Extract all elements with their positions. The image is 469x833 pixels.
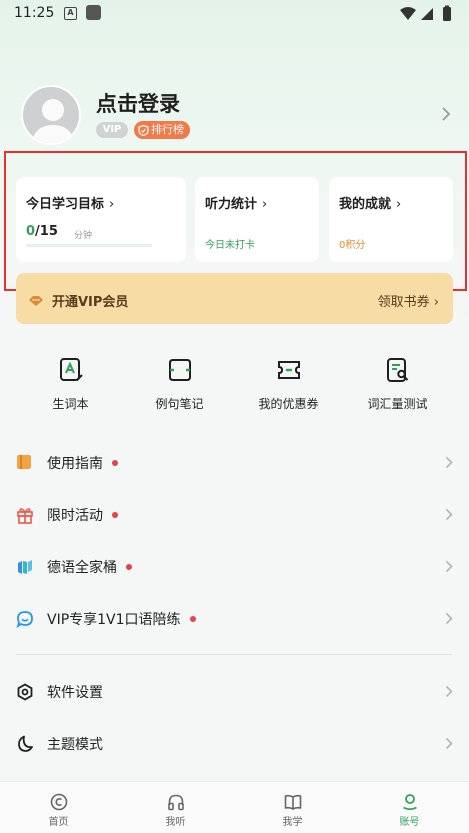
home-icon <box>50 793 67 811</box>
new-dot <box>189 616 196 622</box>
account-icon <box>402 794 417 811</box>
moon-icon <box>18 735 33 752</box>
achievement-card[interactable]: 我的成就 › 0积分 <box>329 177 453 262</box>
sentence-note-icon <box>168 359 191 381</box>
menu-item-german-bundle[interactable]: 德语全家桶 <box>0 546 469 586</box>
vip-banner-left: 开通VIP会员 <box>28 291 128 310</box>
tab-account[interactable]: 账号 <box>351 782 468 833</box>
tab-label: 我学 <box>282 817 303 828</box>
menu-item-guide[interactable]: 使用指南 <box>0 442 469 482</box>
listening-stats-title: 听力统计 › <box>205 197 268 212</box>
chevron-right-icon: › <box>109 197 115 212</box>
tool-label: 生词本 <box>52 397 89 411</box>
menu-label: 主题模式 <box>47 737 103 753</box>
menu-item-vip-speaking[interactable]: VIP专享1V1口语陪练 <box>0 598 469 638</box>
study-goal-value: 0/15 <box>26 224 58 239</box>
study-goal-unit: 分钟 <box>74 231 93 241</box>
tool-label: 例句笔记 <box>155 397 204 411</box>
rank-badge-label: 排行榜 <box>151 123 184 136</box>
menu-label: 软件设置 <box>47 685 103 701</box>
new-dot <box>112 512 118 518</box>
headphones-icon <box>167 794 184 811</box>
vip-banner[interactable]: 开通VIP会员 领取书券 › <box>16 273 453 324</box>
settings-icon <box>17 683 33 701</box>
listening-stats-card[interactable]: 听力统计 › 今日未打卡 <box>195 177 319 262</box>
vocab-book-icon <box>59 358 83 381</box>
default-avatar-icon <box>31 99 75 143</box>
guide-book-icon <box>17 455 31 469</box>
login-button[interactable]: 点击登录 <box>96 88 180 118</box>
battery-icon <box>443 7 451 21</box>
chevron-right-icon: › <box>429 295 439 310</box>
vocab-test-icon <box>386 358 408 382</box>
vip-diamond-icon <box>29 295 43 306</box>
tab-label: 首页 <box>48 817 69 828</box>
open-vip-label: 开通VIP会员 <box>52 295 129 310</box>
tool-sentence-notes[interactable]: 例句笔记 <box>125 343 234 412</box>
app-notification-icon <box>86 5 101 20</box>
achievement-title: 我的成就 › <box>339 197 402 212</box>
status-time: 11:25 <box>14 5 55 21</box>
tool-vocab-test[interactable]: 词汇量测试 <box>343 343 452 412</box>
avatar[interactable] <box>21 85 81 145</box>
quick-tools: 生词本 例句笔记 我的优惠券 词汇量测试 <box>16 343 453 428</box>
status-bar: 11:25 A <box>0 0 469 28</box>
chevron-right-icon: › <box>262 197 268 212</box>
new-dot <box>112 460 118 466</box>
tab-label: 我听 <box>165 817 186 828</box>
rank-shield-icon <box>138 124 149 136</box>
wifi-icon <box>400 7 416 20</box>
book-icon <box>284 794 301 810</box>
menu-divider <box>16 654 452 655</box>
chevron-right-icon <box>445 456 453 469</box>
menu-label: 使用指南 <box>47 453 118 473</box>
chevron-right-icon <box>445 612 453 625</box>
achievement-points: 0积分 <box>339 240 366 251</box>
menu-label: 限时活动 <box>47 505 118 525</box>
claim-coupon-link[interactable]: 领取书券 › <box>378 291 439 310</box>
study-goal-card[interactable]: 今日学习目标 › 0/15 分钟 <box>16 177 186 262</box>
chevron-right-icon <box>445 508 453 521</box>
menu-label: VIP专享1V1口语陪练 <box>47 609 196 629</box>
chat-icon <box>16 611 33 628</box>
chevron-right-icon <box>445 685 453 698</box>
menu-item-settings[interactable]: 软件设置 <box>0 671 469 711</box>
tool-label: 词汇量测试 <box>367 397 428 411</box>
study-goal-title: 今日学习目标 › <box>26 197 115 212</box>
gift-icon <box>17 508 33 524</box>
chevron-right-icon <box>445 737 453 750</box>
vip-badge: VIP <box>96 122 128 138</box>
chevron-right-icon: › <box>396 197 402 212</box>
chevron-right-icon <box>445 560 453 573</box>
status-icons <box>400 5 451 21</box>
new-dot <box>126 564 132 570</box>
app-bundle-icon <box>18 560 32 574</box>
tab-label: 账号 <box>399 817 420 828</box>
tool-vocab-book[interactable]: 生词本 <box>16 343 125 412</box>
study-goal-progress <box>26 244 152 247</box>
listening-status: 今日未打卡 <box>205 240 255 251</box>
signal-icon <box>421 8 433 20</box>
study-goal-current: 0 <box>26 224 36 239</box>
menu-item-theme[interactable]: 主题模式 <box>0 723 469 763</box>
tab-learn[interactable]: 我学 <box>234 782 351 833</box>
rank-badge[interactable]: 排行榜 <box>134 121 190 139</box>
tab-home[interactable]: 首页 <box>0 782 117 833</box>
tool-label: 我的优惠券 <box>258 397 319 411</box>
coupon-icon <box>277 361 300 379</box>
tab-listen[interactable]: 我听 <box>117 782 234 833</box>
tool-coupons[interactable]: 我的优惠券 <box>234 343 343 412</box>
menu-item-limited-activity[interactable]: 限时活动 <box>0 494 469 534</box>
study-goal-target: /15 <box>35 224 58 239</box>
menu-label: 德语全家桶 <box>47 557 132 577</box>
a-notification-icon: A <box>64 7 77 20</box>
profile-chevron-right-icon[interactable] <box>441 106 451 122</box>
bottom-nav: 首页 我听 我学 账号 <box>0 781 469 833</box>
